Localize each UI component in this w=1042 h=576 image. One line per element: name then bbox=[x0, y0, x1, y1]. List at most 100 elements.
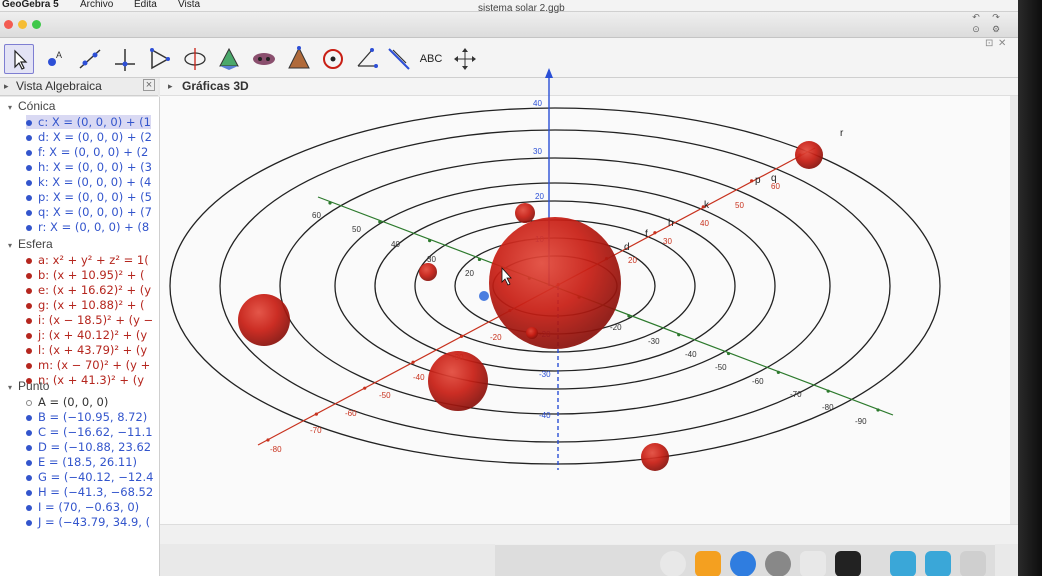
menu-archivo[interactable]: Archivo bbox=[80, 0, 113, 10]
graphics-3d-view[interactable] bbox=[160, 96, 1010, 524]
algebra-item[interactable]: C = (−16.62, −11.1 bbox=[26, 425, 153, 439]
close-view-icon[interactable]: ✕ bbox=[998, 38, 1006, 49]
expand-triangle-icon[interactable]: ▾ bbox=[8, 103, 12, 112]
close-window-button[interactable] bbox=[4, 20, 13, 29]
algebra-item[interactable]: k: X = (0, 0, 0) + (4 bbox=[26, 175, 151, 189]
algebra-item[interactable]: f: X = (0, 0, 0) + (2 bbox=[26, 145, 148, 159]
app-store-icon[interactable] bbox=[730, 551, 756, 576]
group-header-2[interactable]: ▾ Punto bbox=[8, 379, 49, 393]
visibility-toggle-icon[interactable] bbox=[26, 347, 32, 354]
plane-tool-button[interactable] bbox=[214, 44, 244, 74]
menu-vista[interactable]: Vista bbox=[178, 0, 200, 10]
undo-icon[interactable]: ↶ bbox=[968, 12, 984, 23]
algebra-item[interactable]: l: (x + 43.79)² + (y bbox=[26, 343, 147, 357]
visibility-toggle-icon[interactable] bbox=[26, 257, 32, 264]
sphere-tool-button[interactable] bbox=[318, 44, 348, 74]
visibility-toggle-icon[interactable] bbox=[26, 504, 32, 511]
algebra-item[interactable]: g: (x + 10.88)² + ( bbox=[26, 298, 145, 312]
visibility-toggle-icon[interactable] bbox=[26, 164, 32, 171]
trash-icon[interactable] bbox=[960, 551, 986, 576]
close-icon[interactable]: × bbox=[143, 79, 155, 91]
algebra-item-text: r: X = (0, 0, 0) + (8 bbox=[38, 220, 150, 234]
algebra-item[interactable]: c: X = (0, 0, 0) + (1 bbox=[26, 115, 151, 129]
visibility-toggle-icon[interactable] bbox=[26, 317, 32, 324]
reflect-tool-button[interactable] bbox=[384, 44, 414, 74]
move-view-tool-button[interactable] bbox=[450, 44, 480, 74]
algebra-item[interactable]: p: X = (0, 0, 0) + (5 bbox=[26, 190, 152, 204]
geogebra-icon[interactable] bbox=[800, 551, 826, 576]
move-tool-button[interactable] bbox=[4, 44, 34, 74]
visibility-toggle-icon[interactable] bbox=[26, 519, 32, 526]
algebra-item[interactable]: r: X = (0, 0, 0) + (8 bbox=[26, 220, 149, 234]
visibility-toggle-icon[interactable] bbox=[26, 209, 32, 216]
point-tool-button[interactable]: A bbox=[40, 44, 70, 74]
visibility-toggle-icon[interactable] bbox=[26, 429, 32, 436]
redo-icon[interactable]: ↷ bbox=[988, 12, 1004, 23]
visibility-toggle-icon[interactable] bbox=[26, 332, 32, 339]
algebra-item[interactable]: j: (x + 40.12)² + (y bbox=[26, 328, 147, 342]
algebra-item[interactable]: G = (−40.12, −12.4 bbox=[26, 470, 153, 484]
visibility-toggle-icon[interactable] bbox=[26, 194, 32, 201]
settings-gear-icon[interactable]: ⚙ bbox=[988, 24, 1004, 35]
algebra-item[interactable]: B = (−10.95, 8.72) bbox=[26, 410, 147, 424]
visibility-toggle-icon[interactable] bbox=[26, 302, 32, 309]
folder-icon[interactable] bbox=[890, 551, 916, 576]
algebra-item[interactable]: I = (70, −0.63, 0) bbox=[26, 500, 139, 514]
visibility-toggle-icon[interactable] bbox=[26, 444, 32, 451]
visibility-toggle-icon[interactable] bbox=[26, 474, 32, 481]
group-header-1[interactable]: ▾ Esfera bbox=[8, 237, 53, 251]
zoom-window-button[interactable] bbox=[32, 20, 41, 29]
text-tool-button[interactable]: ABC bbox=[416, 44, 446, 74]
visibility-toggle-icon[interactable] bbox=[26, 179, 32, 186]
visibility-toggle-icon[interactable] bbox=[26, 287, 32, 294]
algebra-item[interactable]: E = (18.5, 26.11) bbox=[26, 455, 137, 469]
visibility-toggle-icon[interactable] bbox=[26, 119, 32, 126]
circle-axis-tool-button[interactable] bbox=[180, 44, 210, 74]
algebra-item[interactable]: A = (0, 0, 0) bbox=[26, 395, 108, 409]
visibility-toggle-icon[interactable] bbox=[26, 224, 32, 231]
algebra-item[interactable]: b: (x + 10.95)² + ( bbox=[26, 268, 145, 282]
algebra-item[interactable]: e: (x + 16.62)² + (y bbox=[26, 283, 151, 297]
system-preferences-icon[interactable] bbox=[765, 551, 791, 576]
visibility-toggle-icon[interactable] bbox=[26, 399, 32, 406]
perpendicular-line-icon bbox=[115, 49, 135, 71]
perpendicular-tool-button[interactable] bbox=[110, 44, 140, 74]
algebra-item[interactable]: q: X = (0, 0, 0) + (7 bbox=[26, 205, 152, 219]
visibility-toggle-icon[interactable] bbox=[26, 272, 32, 279]
expand-triangle-icon[interactable]: ▾ bbox=[8, 383, 12, 392]
group-header-0[interactable]: ▾ Cónica bbox=[8, 99, 55, 113]
expand-triangle-icon[interactable]: ▾ bbox=[8, 241, 12, 250]
visibility-toggle-icon[interactable] bbox=[26, 362, 32, 369]
gear-app-icon[interactable] bbox=[835, 551, 861, 576]
algebra-item[interactable]: h: X = (0, 0, 0) + (3 bbox=[26, 160, 152, 174]
minimize-window-button[interactable] bbox=[18, 20, 27, 29]
polygon-tool-button[interactable] bbox=[145, 44, 175, 74]
collapse-arrow-icon[interactable]: ▸ bbox=[4, 81, 9, 92]
algebra-item[interactable]: i: (x − 18.5)² + (y − bbox=[26, 313, 153, 327]
line-tool-button[interactable] bbox=[75, 44, 105, 74]
visibility-toggle-icon[interactable] bbox=[26, 489, 32, 496]
algebra-item[interactable]: m: (x − 70)² + (y + bbox=[26, 358, 150, 372]
visibility-toggle-icon[interactable] bbox=[26, 459, 32, 466]
angle-tool-button[interactable] bbox=[352, 44, 382, 74]
algebra-item[interactable]: J = (−43.79, 34.9, ( bbox=[26, 515, 150, 529]
algebra-item[interactable]: d: X = (0, 0, 0) + (2 bbox=[26, 130, 152, 144]
menu-edita[interactable]: Edita bbox=[134, 0, 157, 10]
app-name-menu[interactable]: GeoGebra 5 bbox=[2, 0, 59, 10]
itunes-icon[interactable] bbox=[660, 551, 686, 576]
downloads-folder-icon[interactable] bbox=[925, 551, 951, 576]
toolbar: A ABC ⊡ ✕ bbox=[0, 38, 1018, 78]
ibooks-icon[interactable] bbox=[695, 551, 721, 576]
pyramid-tool-button[interactable] bbox=[284, 44, 314, 74]
algebra-item[interactable]: a: x² + y² + z² = 1( bbox=[26, 253, 149, 267]
algebra-item[interactable]: H = (−41.3, −68.52 bbox=[26, 485, 153, 499]
algebra-item[interactable]: D = (−10.88, 23.62 bbox=[26, 440, 151, 454]
restore-view-icon[interactable]: ⊡ bbox=[985, 38, 993, 49]
visibility-toggle-icon[interactable] bbox=[26, 414, 32, 421]
intersect-tool-button[interactable] bbox=[249, 44, 279, 74]
algebra-item-text: c: X = (0, 0, 0) + (1 bbox=[38, 115, 151, 129]
visibility-toggle-icon[interactable] bbox=[26, 134, 32, 141]
collapse-arrow-icon[interactable]: ▸ bbox=[168, 81, 173, 92]
help-icon[interactable]: ⊙ bbox=[968, 24, 984, 35]
visibility-toggle-icon[interactable] bbox=[26, 149, 32, 156]
